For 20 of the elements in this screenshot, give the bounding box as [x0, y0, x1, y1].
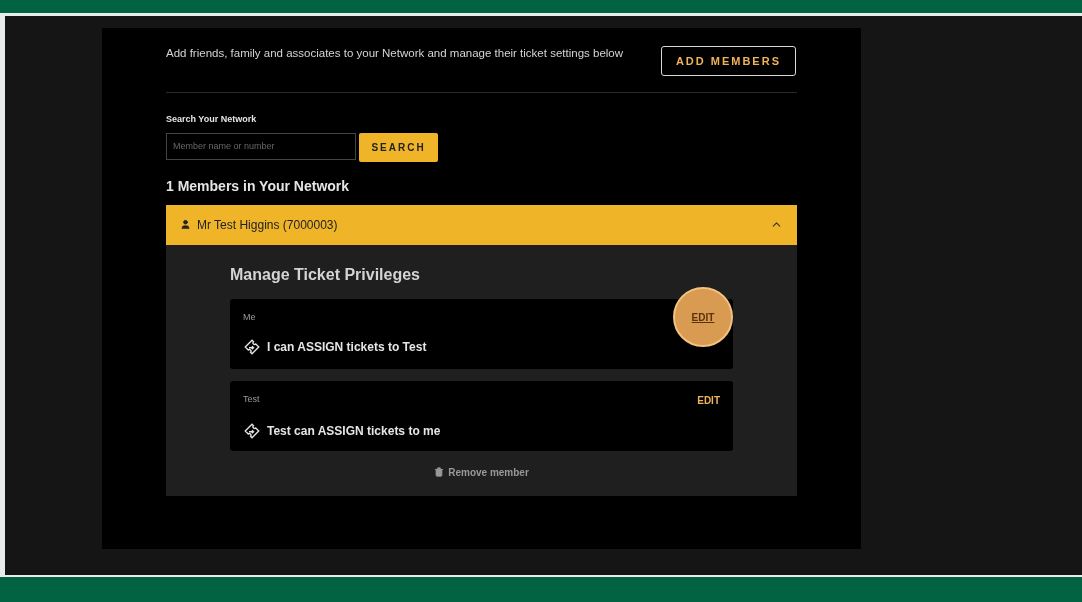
- trash-icon: [434, 467, 445, 477]
- intro-text: Add friends, family and associates to your Network and manage their ticket settings below: [166, 46, 625, 61]
- member-header[interactable]: Mr Test Higgins (7000003): [166, 204, 797, 245]
- privilege-text: Test can ASSIGN tickets to me: [267, 422, 441, 440]
- section-title: Manage Ticket Privileges: [230, 264, 421, 285]
- edit-link[interactable]: EDIT: [697, 392, 720, 408]
- remove-member-button[interactable]: Remove member: [434, 464, 529, 480]
- person-icon: [180, 219, 191, 230]
- member-name: Mr Test Higgins (7000003): [197, 216, 338, 234]
- search-field[interactable]: Member name or number: [166, 132, 356, 160]
- add-members-button[interactable]: ADD MEMBERS: [660, 46, 796, 76]
- owner-label: Test: [243, 393, 260, 407]
- members-heading: 1 Members in Your Network: [166, 176, 351, 196]
- search-label: Search Your Network: [166, 113, 258, 126]
- ticket-icon: [243, 338, 261, 356]
- edit-link[interactable]: EDIT: [673, 287, 733, 348]
- owner-label: Me: [243, 310, 256, 324]
- privilege-text: I can ASSIGN tickets to Test: [267, 339, 427, 356]
- ticket-icon: [243, 421, 261, 440]
- search-button[interactable]: SEARCH: [359, 132, 438, 162]
